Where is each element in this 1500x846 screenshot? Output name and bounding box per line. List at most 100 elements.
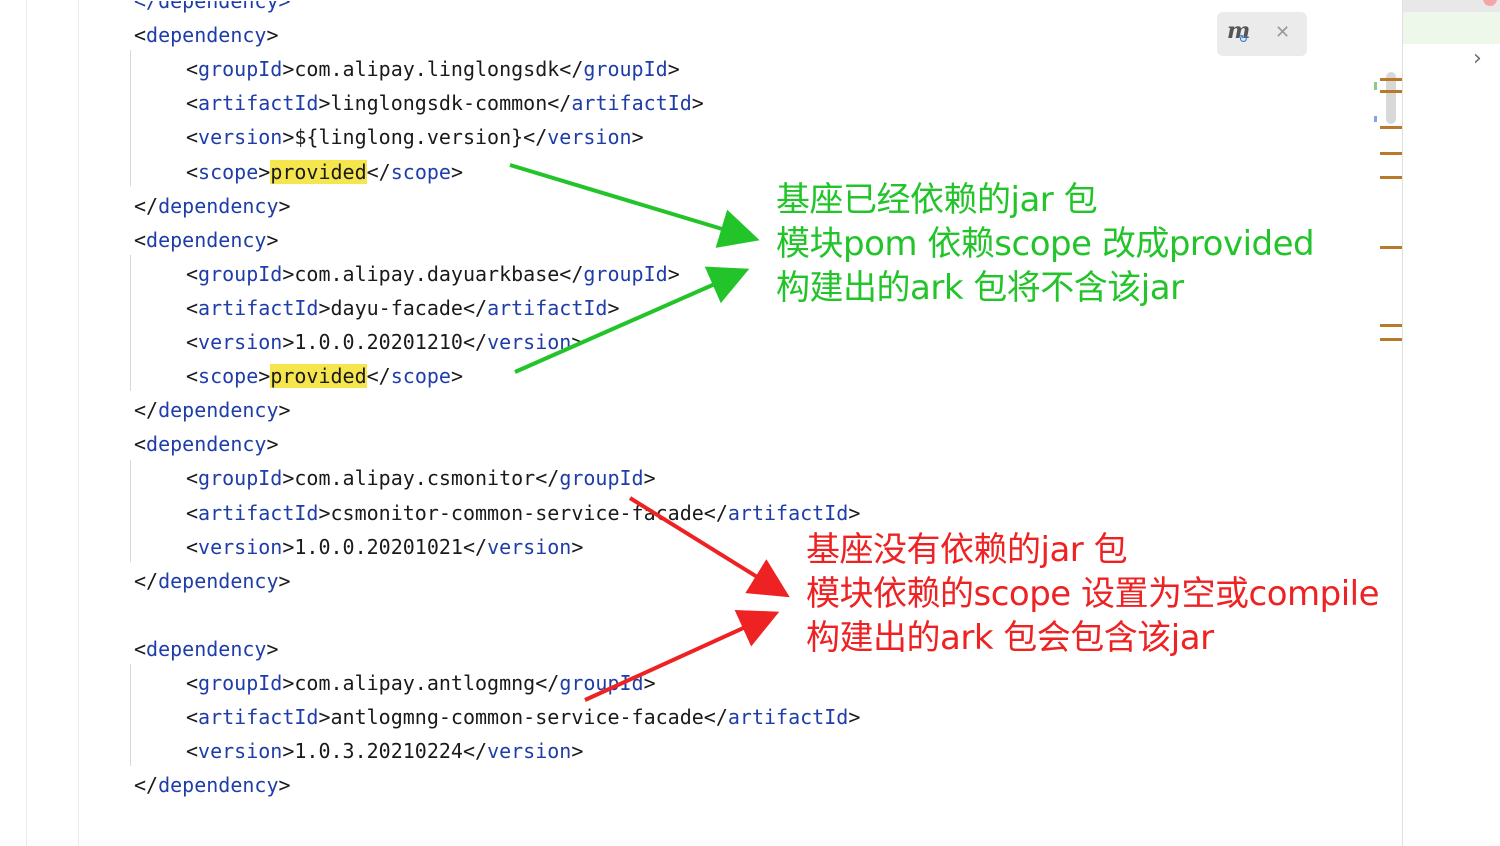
code-line[interactable]: <version>1.0.3.20210224</version> — [186, 734, 583, 768]
xml-bracket: </ — [134, 193, 159, 218]
xml-tag-name: groupId — [198, 671, 283, 695]
xml-bracket: </ — [462, 295, 488, 320]
annotation-green-line-2: 模块pom 依赖scope 改成provided — [776, 224, 1315, 264]
code-line[interactable]: <groupId>com.alipay.linglongsdk</groupId… — [186, 52, 680, 86]
xml-bracket: > — [266, 432, 279, 457]
annotation-red: 基座没有依赖的jar 包 模块依赖的scope 设置为空或compile 构建出… — [806, 528, 1380, 660]
xml-tag-name: groupId — [198, 466, 283, 491]
xml-tag-name: scope — [198, 159, 259, 184]
code-line[interactable]: <groupId>com.alipay.antlogmng</groupId> — [186, 666, 656, 700]
xml-bracket: < — [134, 23, 147, 48]
chevron-right-icon[interactable]: › — [1473, 46, 1482, 71]
xml-bracket: > — [318, 295, 331, 320]
xml-tag-name: groupId — [559, 466, 644, 491]
code-line[interactable]: <scope>provided</scope> — [186, 155, 463, 189]
code-line[interactable]: <groupId>com.alipay.csmonitor</groupId> — [186, 461, 656, 495]
xml-bracket: < — [186, 261, 199, 286]
xml-bracket: </ — [134, 773, 159, 798]
xml-tag-name: artifactId — [487, 295, 608, 320]
xml-tag-name: groupId — [583, 261, 668, 286]
error-stripe-mark[interactable] — [1380, 90, 1402, 93]
xml-bracket: > — [266, 227, 279, 252]
xml-tag-name: dependency — [158, 773, 279, 798]
xml-bracket: > — [282, 57, 295, 82]
annotation-red-line-1: 基座没有依赖的jar 包 — [806, 530, 1128, 570]
xml-tag-name: version — [198, 125, 283, 150]
xml-tag-name: dependency — [158, 193, 279, 218]
xml-bracket: > — [282, 125, 295, 150]
reload-icon[interactable]: ↻ — [1239, 30, 1247, 46]
xml-bracket: > — [607, 295, 620, 320]
xml-tag-name: scope — [390, 159, 451, 184]
xml-bracket: > — [667, 261, 680, 286]
xml-bracket: < — [186, 91, 199, 116]
error-stripe-mark[interactable] — [1380, 176, 1402, 179]
error-stripe-mark[interactable] — [1380, 152, 1402, 155]
code-line[interactable]: </dependency> — [134, 768, 291, 802]
xml-value: dayu-facade — [330, 295, 463, 320]
xml-tag-name: artifactId — [727, 500, 849, 525]
xml-value: provided — [270, 364, 367, 389]
code-line[interactable]: <scope>provided</scope> — [186, 359, 463, 393]
indent-guide — [130, 460, 131, 562]
xml-bracket: </ — [134, 568, 159, 593]
xml-bracket: > — [258, 159, 271, 184]
xml-bracket: < — [186, 466, 199, 491]
annotation-red-line-3: 构建出的ark 包会包含该jar — [806, 618, 1214, 658]
xml-bracket: > — [278, 568, 291, 593]
close-icon[interactable]: ✕ — [1275, 22, 1290, 43]
code-line[interactable]: <version>1.0.0.20201021</version> — [186, 530, 583, 564]
indent-guide — [130, 50, 131, 186]
code-line[interactable]: </dependency> — [134, 189, 291, 223]
xml-bracket: > — [282, 739, 295, 764]
xml-tag-name: version — [198, 739, 283, 764]
xml-bracket: > — [278, 193, 291, 218]
code-line[interactable]: <version>1.0.0.20201210</version> — [186, 325, 583, 359]
indent-guide — [130, 255, 131, 391]
error-stripe-mark[interactable] — [1380, 78, 1402, 81]
xml-bracket: > — [278, 398, 291, 423]
maven-reload-popup[interactable]: m ↻ ✕ — [1217, 12, 1307, 56]
code-line[interactable]: <artifactId>linglongsdk-common</artifact… — [186, 86, 704, 120]
xml-bracket: > — [571, 534, 584, 559]
xml-bracket: </ — [134, 398, 159, 423]
indent-guide — [130, 664, 131, 766]
code-line[interactable]: </dependency> — [134, 564, 291, 598]
xml-bracket: </ — [366, 364, 391, 389]
annotation-green: 基座已经依赖的jar 包 模块pom 依赖scope 改成provided 构建… — [776, 178, 1315, 310]
xml-bracket: > — [631, 125, 644, 150]
xml-value: csmonitor-common-service-facade — [330, 500, 704, 525]
xml-tag-name: version — [487, 739, 572, 764]
xml-bracket: > — [643, 466, 656, 491]
xml-tag-name: version — [487, 534, 572, 559]
xml-bracket: < — [134, 227, 147, 252]
xml-bracket: < — [186, 534, 199, 559]
panel-highlight-row — [1403, 12, 1500, 44]
xml-bracket: > — [266, 23, 279, 48]
code-line[interactable]: <artifactId>csmonitor-common-service-fac… — [186, 496, 860, 530]
code-line[interactable]: <version>${linglong.version}</version> — [186, 120, 644, 154]
xml-value: com.alipay.linglongsdk — [294, 57, 560, 82]
xml-value: 1.0.0.20201021 — [294, 534, 463, 559]
code-line[interactable]: <dependency> — [134, 427, 279, 461]
error-stripe-mark[interactable] — [1380, 338, 1402, 341]
xml-bracket: </ — [462, 330, 488, 354]
xml-tag-name: groupId — [198, 261, 283, 286]
xml-bracket: </ — [535, 466, 560, 491]
xml-tag-name: version — [547, 125, 632, 150]
code-line[interactable]: <dependency> — [134, 632, 279, 666]
code-line[interactable]: </dependency> — [134, 1, 291, 18]
error-stripe-mark[interactable] — [1380, 126, 1402, 129]
xml-bracket: < — [186, 125, 199, 150]
xml-value: ${linglong.version} — [294, 125, 524, 150]
xml-tag-name: artifactId — [198, 295, 319, 320]
error-stripe-mark[interactable] — [1380, 324, 1402, 327]
code-line[interactable]: <dependency> — [134, 223, 279, 257]
code-line[interactable]: <artifactId>dayu-facade</artifactId> — [186, 291, 620, 325]
error-stripe-mark[interactable] — [1380, 246, 1402, 249]
code-line[interactable]: </dependency> — [134, 393, 291, 427]
code-line[interactable]: <dependency> — [134, 18, 279, 52]
code-line[interactable]: <groupId>com.alipay.dayuarkbase</groupId… — [186, 257, 680, 291]
code-line[interactable]: <artifactId>antlogmng-common-service-fac… — [186, 700, 860, 734]
xml-bracket: < — [134, 636, 147, 661]
